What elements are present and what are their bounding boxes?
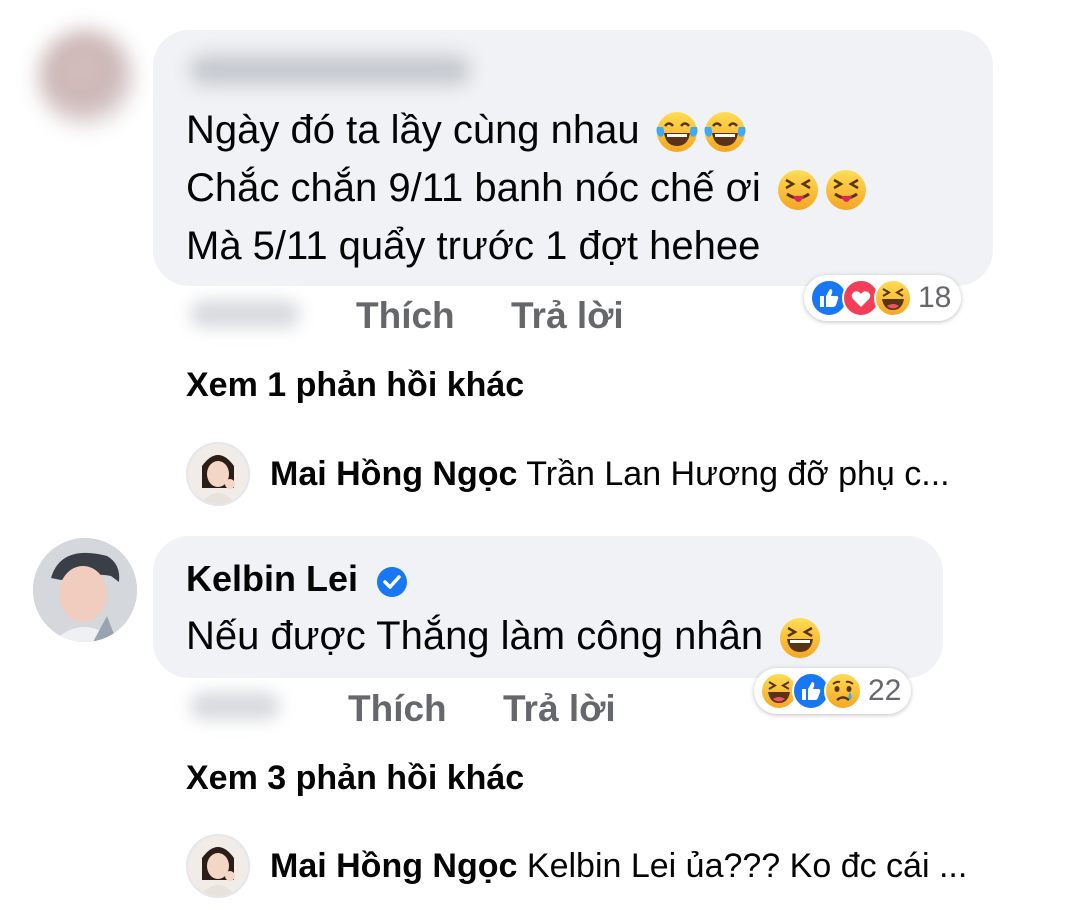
reply-author[interactable]: Mai Hồng Ngọc <box>270 455 517 493</box>
blurred-timestamp[interactable] <box>190 692 280 720</box>
profile-photo-icon <box>33 538 137 642</box>
verified-badge-icon <box>376 565 408 598</box>
avatar[interactable] <box>186 834 250 898</box>
grinning-squinting-icon <box>778 616 822 660</box>
reaction-summary[interactable]: 22 <box>754 668 912 714</box>
squinting-tongue-icon <box>776 168 820 212</box>
avatar[interactable] <box>186 442 250 506</box>
view-more-replies-link[interactable]: Xem 1 phản hồi khác <box>186 366 524 405</box>
reply-button[interactable]: Trả lời <box>503 688 616 730</box>
reaction-count: 18 <box>918 281 952 314</box>
squinting-tongue-icon <box>824 168 868 212</box>
tears-of-joy-icon <box>655 110 699 154</box>
comment-line: Ngày đó ta lầy cùng nhau <box>186 101 747 159</box>
tears-of-joy-icon <box>703 110 747 154</box>
comment-text: Chắc chắn 9/11 banh nóc chế ơi <box>186 166 761 210</box>
reaction-summary[interactable]: 18 <box>804 275 962 321</box>
reaction-count: 22 <box>868 674 902 707</box>
comment-text: Mà 5/11 quẩy trước 1 đợt hehee <box>186 224 761 268</box>
comment-line: Chắc chắn 9/11 banh nóc chế ơi <box>186 159 868 217</box>
reply-preview[interactable]: Mai Hồng Ngọc Trần Lan Hương đỡ phụ c... <box>270 455 950 494</box>
reply-button[interactable]: Trả lời <box>511 295 624 337</box>
like-button[interactable]: Thích <box>356 295 455 337</box>
profile-photo-icon <box>188 836 248 896</box>
sad-reaction-icon <box>824 672 862 710</box>
view-more-replies-link[interactable]: Xem 3 phản hồi khác <box>186 759 524 798</box>
haha-reaction-icon <box>874 279 912 317</box>
comment-text: Ngày đó ta lầy cùng nhau <box>186 108 640 152</box>
profile-photo-icon <box>188 444 248 504</box>
like-button[interactable]: Thích <box>348 688 447 730</box>
blurred-timestamp[interactable] <box>190 300 300 328</box>
comment-author[interactable]: Kelbin Lei <box>186 558 408 600</box>
blurred-author-name[interactable] <box>190 55 470 85</box>
author-name[interactable]: Kelbin Lei <box>186 558 358 599</box>
reply-author[interactable]: Mai Hồng Ngọc <box>270 847 517 885</box>
comment-line: Mà 5/11 quẩy trước 1 đợt hehee <box>186 217 760 275</box>
reply-preview[interactable]: Mai Hồng Ngọc Kelbin Lei ủa??? Ko đc cái… <box>270 847 967 886</box>
comment-text: Nếu được Thắng làm công nhân <box>186 614 764 658</box>
blurred-avatar[interactable] <box>38 30 134 126</box>
reply-text: Trần Lan Hương đỡ phụ c... <box>526 455 950 493</box>
comment-line: Nếu được Thắng làm công nhân <box>186 607 822 665</box>
reply-text: Kelbin Lei ủa??? Ko đc cái ... <box>526 847 968 885</box>
avatar[interactable] <box>33 538 137 642</box>
